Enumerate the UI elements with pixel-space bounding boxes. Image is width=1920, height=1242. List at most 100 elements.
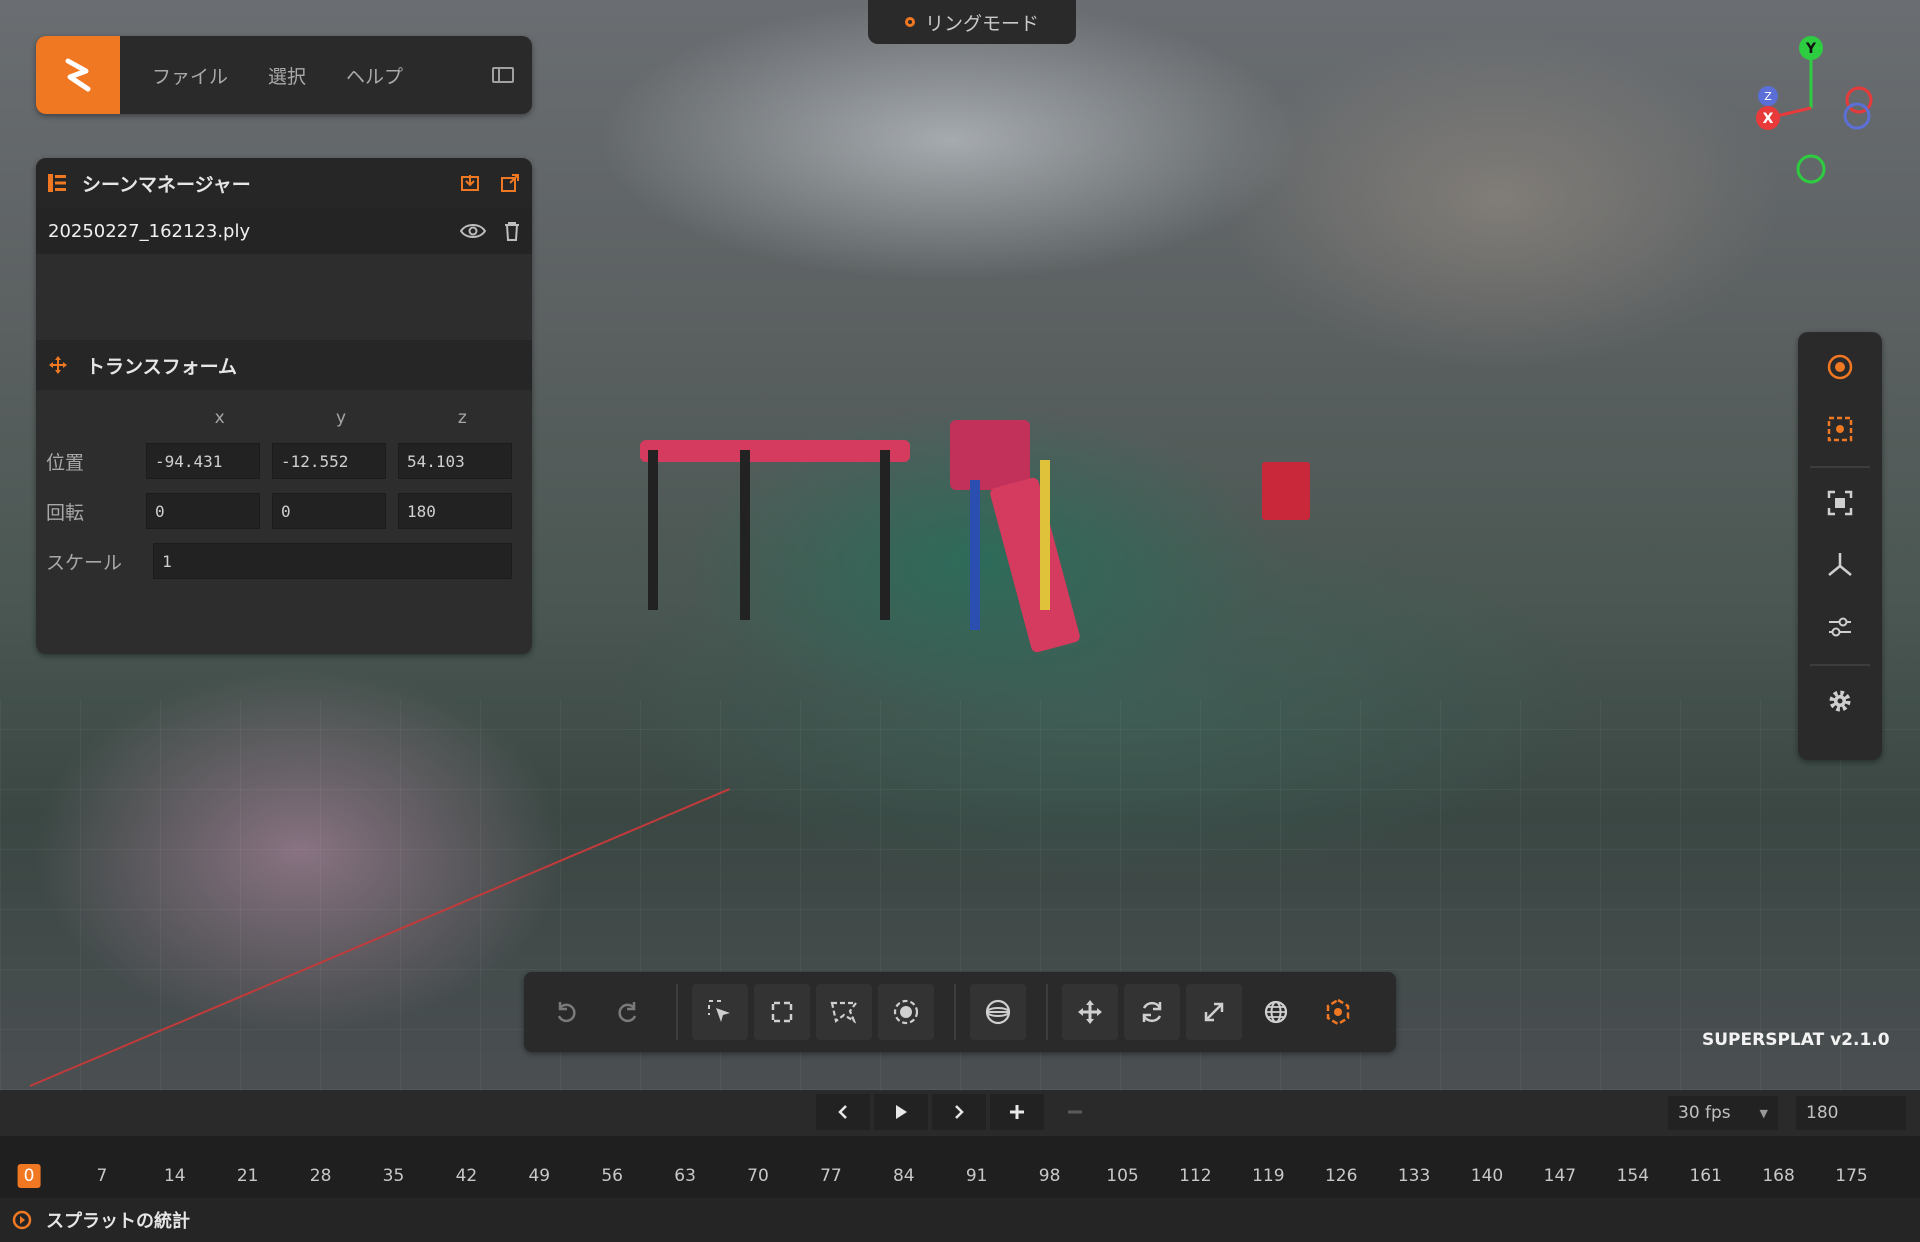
translate-tool-button[interactable]: [1062, 984, 1118, 1040]
picker-tool-button[interactable]: [692, 984, 748, 1040]
rect-select-button[interactable]: [754, 984, 810, 1040]
expand-circle-icon: [12, 1210, 32, 1230]
panel-toggle-icon[interactable]: [492, 67, 514, 83]
eye-icon[interactable]: [460, 222, 486, 240]
right-toolbar: [1798, 332, 1882, 760]
scene-file-item[interactable]: 20250227_162123.ply: [36, 208, 532, 254]
axes-icon: [1828, 553, 1852, 576]
timeline-tick[interactable]: 35: [383, 1166, 405, 1186]
undo-button[interactable]: [538, 984, 594, 1040]
scene-manager-panel: シーンマネージャー 20250227_162123.ply トランスフォーム x…: [36, 158, 532, 654]
frame-dashed-icon: [1827, 416, 1853, 442]
transform-title: トランスフォーム: [86, 355, 238, 378]
timeline-tick[interactable]: 63: [674, 1166, 696, 1186]
timeline-tick[interactable]: 168: [1762, 1166, 1794, 1186]
ring-mode-icon: [904, 17, 915, 27]
scene-manager-title: シーンマネージャー: [82, 173, 251, 196]
fly-camera-button[interactable]: [1810, 402, 1870, 456]
timeline-tick[interactable]: 21: [237, 1166, 259, 1186]
timeline-tick[interactable]: 49: [528, 1166, 550, 1186]
redo-button[interactable]: [600, 984, 656, 1040]
timeline-tick[interactable]: 105: [1106, 1166, 1138, 1186]
export-icon[interactable]: [500, 173, 520, 193]
rotation-x-input[interactable]: [146, 493, 260, 529]
gizmo-x-label: X: [1763, 111, 1774, 127]
prev-frame-button[interactable]: [816, 1094, 870, 1130]
timeline-tick[interactable]: 7: [96, 1166, 107, 1186]
position-z-input[interactable]: [398, 443, 512, 479]
scene-list-empty-area: [36, 254, 532, 340]
timeline-tick[interactable]: 119: [1252, 1166, 1284, 1186]
timeline-tick[interactable]: 42: [456, 1166, 478, 1186]
timeline-tick[interactable]: 70: [747, 1166, 769, 1186]
rotation-z-input[interactable]: [398, 493, 512, 529]
scene-list-icon: [48, 174, 66, 192]
mode-indicator[interactable]: リングモード: [868, 0, 1076, 44]
timeline-tick[interactable]: 161: [1689, 1166, 1721, 1186]
import-icon[interactable]: [460, 173, 480, 193]
timeline-tick[interactable]: 28: [310, 1166, 332, 1186]
play-button[interactable]: [874, 1094, 928, 1130]
rotate-tool-button[interactable]: [1124, 984, 1180, 1040]
scale-row: スケール: [44, 536, 524, 586]
timeline-tick[interactable]: 154: [1617, 1166, 1649, 1186]
scale-input[interactable]: [153, 543, 512, 579]
scale-tool-button[interactable]: [1186, 984, 1242, 1040]
gizmo-neg-x-handle: [1843, 102, 1871, 130]
frame-count-input[interactable]: [1796, 1096, 1906, 1130]
timeline-tick[interactable]: 175: [1835, 1166, 1867, 1186]
menu-help[interactable]: ヘルプ: [346, 62, 403, 89]
chevron-left-icon: [838, 1105, 847, 1119]
current-frame-marker[interactable]: 0: [17, 1164, 41, 1188]
timeline-tick[interactable]: 84: [893, 1166, 915, 1186]
reset-camera-button[interactable]: [1810, 538, 1870, 592]
settings-button[interactable]: [1810, 674, 1870, 728]
timeline-tick[interactable]: 133: [1398, 1166, 1430, 1186]
frame-selection-button[interactable]: [1810, 476, 1870, 530]
pivot-button[interactable]: [1310, 984, 1366, 1040]
position-y-input[interactable]: [272, 443, 386, 479]
timeline-tick[interactable]: 147: [1544, 1166, 1576, 1186]
color-adjust-button[interactable]: [1810, 600, 1870, 654]
fps-select[interactable]: 30 fps ▼: [1668, 1096, 1778, 1130]
timeline-tick[interactable]: 126: [1325, 1166, 1357, 1186]
timeline-tick[interactable]: 77: [820, 1166, 842, 1186]
timeline-tick[interactable]: 140: [1471, 1166, 1503, 1186]
timeline-tick[interactable]: 91: [966, 1166, 988, 1186]
position-x-input[interactable]: [146, 443, 260, 479]
timeline-tick[interactable]: 112: [1179, 1166, 1211, 1186]
brush-icon: [893, 999, 919, 1025]
splat-stats-bar[interactable]: スプラットの統計: [0, 1198, 1920, 1242]
timeline-ruler[interactable]: 0 7 14 21 28 35 42 49 56 63 70 77 84 91 98 105 112 119 126…: [0, 1136, 1920, 1198]
trash-icon[interactable]: [504, 221, 520, 241]
polygon-select-button[interactable]: [816, 984, 872, 1040]
version-label: SUPERSPLAT v2.1.0: [1702, 1030, 1890, 1050]
menu-file[interactable]: ファイル: [152, 62, 228, 89]
gear-icon: [1829, 690, 1851, 712]
supersplat-logo[interactable]: [36, 36, 120, 114]
toolbar-divider: [676, 984, 678, 1040]
undo-icon: [557, 1002, 576, 1023]
timeline-controls: 30 fps ▼: [0, 1090, 1920, 1136]
coordinate-space-button[interactable]: [1248, 984, 1304, 1040]
add-keyframe-button[interactable]: [990, 1094, 1044, 1130]
orbit-icon: [1827, 354, 1853, 380]
brush-select-button[interactable]: [878, 984, 934, 1040]
sphere-select-button[interactable]: [970, 984, 1026, 1040]
col-x: x: [214, 408, 225, 428]
sliders-icon: [1829, 617, 1851, 637]
rotation-y-input[interactable]: [272, 493, 386, 529]
picker-icon: [708, 1000, 730, 1022]
timeline-tick[interactable]: 14: [164, 1166, 186, 1186]
remove-keyframe-button[interactable]: [1048, 1094, 1102, 1130]
view-gizmo[interactable]: Z X Y: [1740, 36, 1880, 186]
scale-icon: [1204, 1002, 1224, 1022]
timeline-tick[interactable]: 56: [601, 1166, 623, 1186]
position-label: 位置: [46, 451, 85, 474]
rotation-label: 回転: [46, 501, 85, 524]
axis-column-headers: x y z: [160, 400, 524, 436]
menu-select[interactable]: 選択: [268, 62, 306, 89]
timeline-tick[interactable]: 98: [1039, 1166, 1061, 1186]
orbit-camera-button[interactable]: [1810, 340, 1870, 394]
next-frame-button[interactable]: [932, 1094, 986, 1130]
